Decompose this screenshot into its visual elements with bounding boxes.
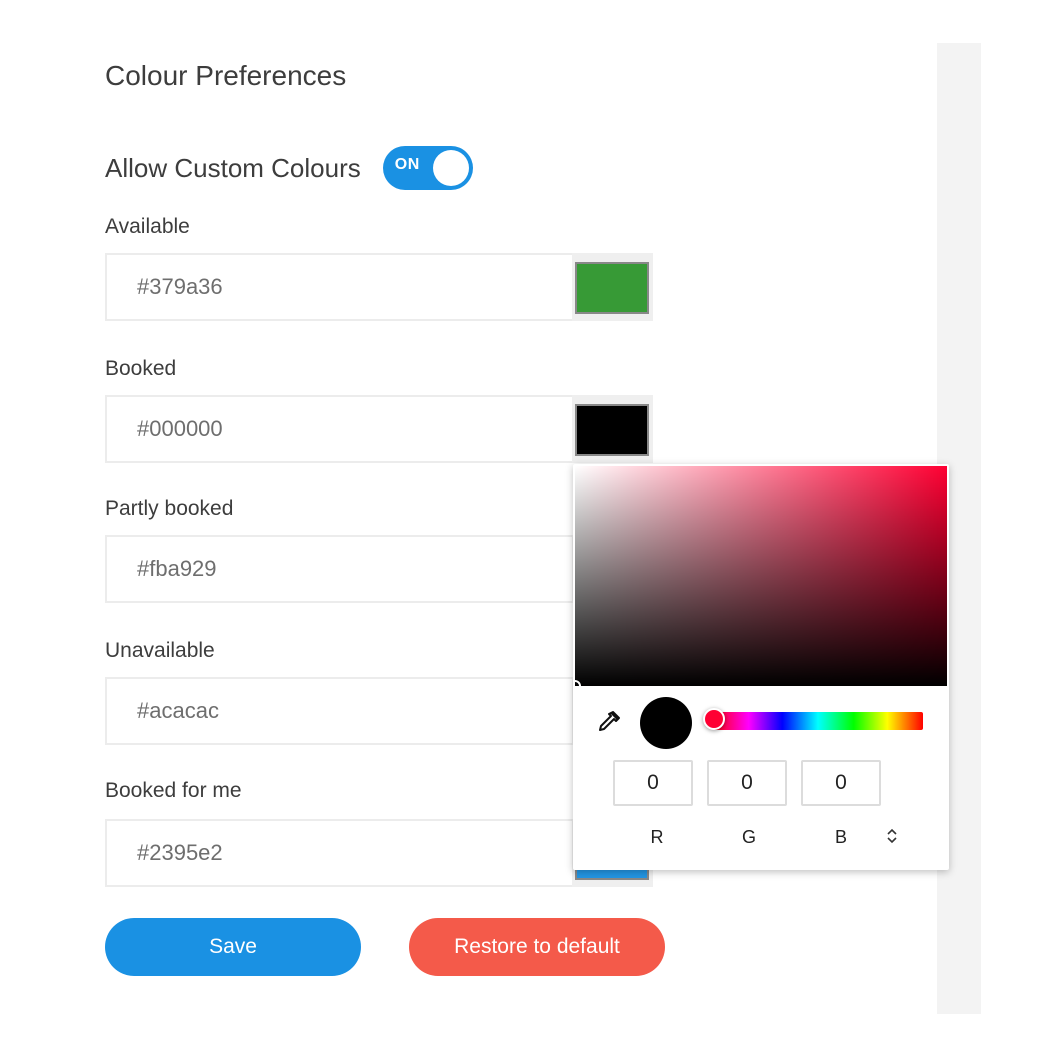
blue-value-input[interactable] xyxy=(801,760,881,806)
partly-booked-color-input[interactable] xyxy=(105,535,605,603)
booked-for-me-color-input[interactable] xyxy=(105,819,605,887)
green-value-input[interactable] xyxy=(707,760,787,806)
booked-color-input[interactable] xyxy=(105,395,605,463)
field-label-booked-for-me: Booked for me xyxy=(105,779,242,802)
saturation-cursor[interactable] xyxy=(573,680,581,692)
field-booked-for-me xyxy=(105,819,653,887)
field-label-unavailable: Unavailable xyxy=(105,639,215,662)
current-color-preview xyxy=(640,697,692,749)
saturation-brightness-area[interactable] xyxy=(573,466,947,692)
blue-label: B xyxy=(834,827,847,847)
page-title: Colour Preferences xyxy=(105,60,347,91)
hue-slider[interactable] xyxy=(703,708,923,730)
booked-swatch xyxy=(575,404,649,456)
toggle-state-text: ON xyxy=(394,156,420,173)
unavailable-color-input[interactable] xyxy=(105,677,605,745)
field-label-booked: Booked xyxy=(105,357,177,380)
custom-colours-row: Allow Custom Colours ON xyxy=(105,145,473,191)
field-partly-booked xyxy=(105,535,653,603)
available-color-input[interactable] xyxy=(105,253,605,321)
red-value-input[interactable] xyxy=(613,760,693,806)
field-label-partly-booked: Partly booked xyxy=(105,497,234,520)
restore-default-button[interactable]: Restore to default xyxy=(409,918,665,976)
allow-custom-colours-toggle[interactable]: ON xyxy=(382,146,473,190)
field-label-available: Available xyxy=(105,215,190,238)
available-swatch-button[interactable] xyxy=(572,253,653,321)
toggle-label: Allow Custom Colours xyxy=(105,152,361,183)
eyedropper-icon[interactable] xyxy=(595,708,623,736)
booked-swatch-button[interactable] xyxy=(572,395,653,463)
chevron-up-down-icon[interactable] xyxy=(883,826,901,846)
color-picker-popover: R G B xyxy=(573,464,949,870)
field-unavailable xyxy=(105,677,653,745)
field-booked xyxy=(105,395,653,463)
toggle-knob xyxy=(432,150,469,186)
hue-slider-thumb[interactable] xyxy=(703,708,725,730)
available-swatch xyxy=(575,262,649,314)
green-label: G xyxy=(741,827,756,847)
save-button[interactable]: Save xyxy=(105,918,361,976)
field-available xyxy=(105,253,653,321)
red-label: R xyxy=(650,827,664,847)
